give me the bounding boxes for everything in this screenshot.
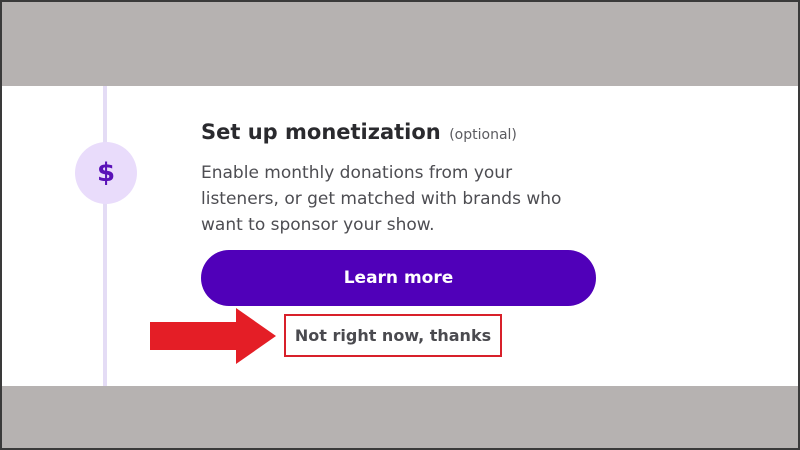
step-description: Enable monthly donations from your liste…	[201, 163, 562, 235]
learn-more-button[interactable]: Learn more	[201, 250, 596, 306]
dollar-icon: $	[96, 158, 116, 188]
step-title: Set up monetization	[201, 120, 441, 144]
red-arrow-icon	[150, 308, 276, 364]
optional-label: (optional)	[449, 127, 517, 143]
step-icon-circle: $	[75, 142, 137, 204]
top-gray-band	[0, 0, 800, 86]
not-right-now-link[interactable]: Not right now, thanks	[284, 314, 502, 357]
timeline-line	[103, 86, 107, 386]
bottom-gray-band	[0, 386, 800, 450]
step-title-row: Set up monetization (optional)	[201, 120, 517, 144]
